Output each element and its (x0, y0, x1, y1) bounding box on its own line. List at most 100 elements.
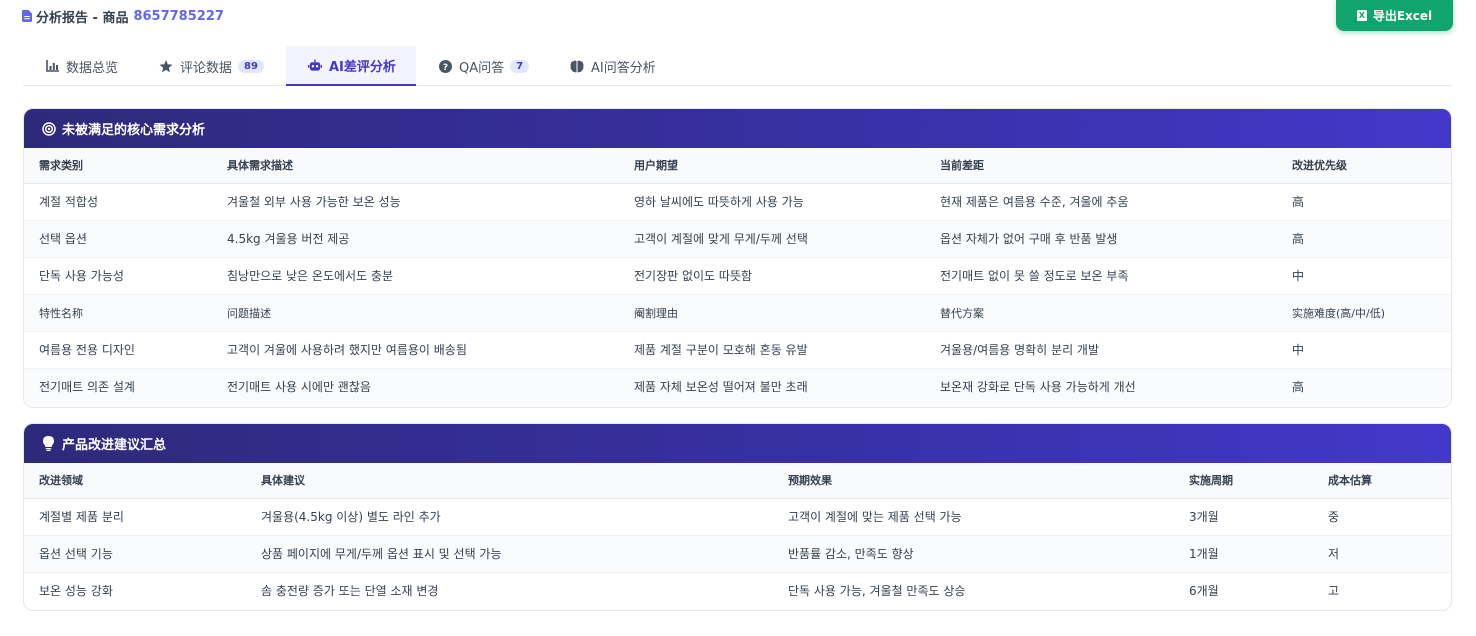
column-header: 具体需求描述 (212, 148, 619, 184)
table-cell: 솜 충전량 증가 또는 단열 소재 변경 (261, 584, 439, 599)
column-header: 具体建议 (246, 463, 773, 499)
unmet-needs-header: 未被满足的核心需求分析 (24, 109, 1451, 148)
report-title-text: 分析报告 - 商品 (36, 10, 129, 26)
unmet-needs-title: 未被满足的核心需求分析 (62, 123, 206, 138)
table-cell: 제품 자체 보온성 떨어져 불만 초래 (619, 368, 925, 405)
subheader-cell: 问题描述 (212, 294, 619, 332)
tab-label: 数据总览 (66, 60, 119, 76)
export-excel-button[interactable]: X 导出Excel (1336, 0, 1453, 31)
table-row: 계절별 제품 분리 겨울용(4.5kg 이상) 별도 라인 추가 고객이 계절에… (24, 498, 1451, 536)
lightbulb-icon (41, 436, 56, 451)
tab-ai-qa-analysis[interactable]: AI问答分析 (570, 46, 656, 86)
table-cell: 겨울용/여름용 명확히 분리 개발 (925, 331, 1277, 369)
table-cell: 겨울철 외부 사용 가능한 보온 성능 (212, 183, 619, 221)
column-header: 改进领域 (24, 463, 246, 499)
table-cell: 中 (1277, 331, 1451, 369)
table-row: 계절 적합성 겨울철 외부 사용 가능한 보온 성능 영하 날씨에도 따뜻하게 … (24, 183, 1451, 221)
question-circle-icon: ? (438, 59, 452, 73)
improvement-suggestions-table: 改进领域 具体建议 预期效果 实施周期 成本估算 계절별 제품 분리 겨울용(4… (24, 463, 1451, 609)
table-row: 여름용 전용 디자인 고객이 겨울에 사용하려 했지만 여름용이 배송됨 제품 … (24, 331, 1451, 369)
table-cell: 옵션 선택 기능 (24, 535, 246, 573)
document-icon (22, 10, 32, 22)
table-subheader-row: 特性名称 问题描述 阉割理由 替代方案 实施难度(高/中/低) (24, 294, 1451, 332)
table-cell: 고객이 겨울에 사용하려 했지만 여름용이 배송됨 (212, 331, 619, 369)
table-cell: 반품률 감소, 만족도 향상 (773, 535, 1174, 573)
table-cell: 침낭만으로 낮은 온도에서도 충분 (212, 257, 619, 295)
table-cell: 저 (1313, 535, 1451, 573)
table-cell: 3개월 (1174, 498, 1313, 536)
table-cell: 4.5kg 겨울용 버전 제공 (212, 220, 619, 258)
svg-text:?: ? (442, 63, 447, 73)
brain-icon (570, 59, 584, 73)
star-icon (159, 59, 173, 73)
tab-data-overview[interactable]: 数据总览 (45, 46, 118, 86)
report-title: 分析报告 - 商品 8657785227 (22, 7, 224, 26)
table-cell: 1개월 (1174, 535, 1313, 573)
table-cell: 겨울용(4.5kg 이상) 별도 라인 추가 (246, 498, 773, 536)
table-cell: 고객이 계절에 맞게 무게/두께 선택 (619, 220, 925, 258)
table-cell: 고객이 계절에 맞는 제품 선택 가능 (773, 498, 1174, 536)
improvement-suggestions-header: 产品改进建议汇总 (24, 424, 1451, 463)
table-cell: 상품 페이지에 무게/두께 옵션 표시 및 선택 가능 (246, 535, 773, 573)
qa-count-badge: 7 (510, 59, 530, 73)
tab-bar: 数据总览 评论数据 89 AI差评分析 ? QA问答 7 AI问答分析 (23, 46, 1452, 86)
review-count-badge: 89 (238, 59, 264, 73)
table-row: 단독 사용 가능성 침낭만으로 낮은 온도에서도 충분 전기장판 없이도 따뜻함… (24, 257, 1451, 295)
tab-label: AI差评分析 (329, 59, 396, 75)
subheader-cell: 特性名称 (24, 294, 212, 332)
table-cell: 전기매트 의존 설계 (24, 368, 212, 405)
bar-chart-icon (45, 59, 59, 73)
table-cell: 현재 제품은 여름용 수준, 겨울에 추움 (925, 183, 1277, 221)
robot-icon (308, 58, 322, 72)
table-cell: 高 (1277, 220, 1451, 258)
table-row: 보온 성능 강화 솜 충전량 증가 또는 단열 소재 변경 단독 사용 가능, … (24, 572, 1451, 609)
unmet-needs-card: 未被满足的核心需求分析 需求类别 具体需求描述 用户期望 当前差距 改进优先级 … (23, 108, 1452, 408)
target-icon (41, 121, 56, 136)
table-cell: 영하 날씨에도 따뜻하게 사용 가능 (619, 183, 925, 221)
table-cell: 중 (1313, 498, 1451, 536)
table-cell: 선택 옵션 (24, 220, 212, 258)
product-id[interactable]: 8657785227 (133, 9, 223, 24)
column-header: 实施周期 (1174, 463, 1313, 499)
table-cell: 전기매트 없이 못 쓸 정도로 보온 부족 (925, 257, 1277, 295)
table-cell: 단독 사용 가능, 겨울철 만족도 상승 (788, 584, 966, 599)
excel-icon: X (1356, 10, 1367, 21)
table-cell: 여름용 전용 디자인 (24, 331, 212, 369)
table-row: 전기매트 의존 설계 전기매트 사용 시에만 괜찮음 제품 자체 보온성 떨어져… (24, 368, 1451, 405)
improvement-suggestions-title: 产品改进建议汇总 (62, 438, 167, 453)
table-cell: 高 (1277, 368, 1451, 405)
tab-ai-negative-analysis[interactable]: AI差评分析 (286, 46, 416, 86)
column-header: 改进优先级 (1277, 148, 1451, 184)
table-cell: 제품 계절 구분이 모호해 혼동 유발 (619, 331, 925, 369)
table-cell: 계절별 제품 분리 (24, 498, 246, 536)
table-cell: 단독 사용 가능성 (24, 257, 212, 295)
tab-qa[interactable]: ? QA问答 7 (438, 46, 530, 86)
improvement-suggestions-card: 产品改进建议汇总 改进领域 具体建议 预期效果 实施周期 成本估算 계절별 제품… (23, 423, 1452, 611)
table-cell: 中 (1277, 257, 1451, 295)
table-cell: 고 (1328, 584, 1340, 599)
table-cell: 옵션 자체가 없어 구매 후 반품 발생 (925, 220, 1277, 258)
table-cell: 보온재 강화로 단독 사용 가능하게 개선 (925, 368, 1277, 405)
table-cell: 계절 적합성 (24, 183, 212, 221)
table-cell: 전기장판 없이도 따뜻함 (619, 257, 925, 295)
column-header: 成本估算 (1313, 463, 1451, 499)
unmet-needs-table: 需求类别 具体需求描述 用户期望 当前差距 改进优先级 계절 적합성 겨울철 외… (24, 148, 1451, 405)
table-cell: 6개월 (1189, 584, 1219, 599)
column-header: 需求类别 (24, 148, 212, 184)
tab-review-data[interactable]: 评论数据 89 (159, 46, 264, 86)
tab-label: 评论数据 (180, 60, 233, 76)
subheader-cell: 阉割理由 (619, 294, 925, 332)
table-cell: 전기매트 사용 시에만 괜찮음 (212, 368, 619, 405)
column-header: 预期效果 (773, 463, 1174, 499)
table-header-row: 改进领域 具体建议 预期效果 实施周期 成本估算 (24, 463, 1451, 499)
table-header-row: 需求类别 具体需求描述 用户期望 当前差距 改进优先级 (24, 148, 1451, 184)
table-cell: 高 (1277, 183, 1451, 221)
subheader-cell: 替代方案 (925, 294, 1277, 332)
subheader-cell: 实施难度(高/中/低) (1277, 294, 1451, 332)
tab-label: AI问答分析 (591, 60, 656, 76)
column-header: 用户期望 (619, 148, 925, 184)
tab-label: QA问答 (459, 60, 505, 76)
table-cell: 보온 성능 강화 (39, 584, 113, 599)
column-header: 当前差距 (925, 148, 1277, 184)
export-excel-label: 导出Excel (1372, 9, 1433, 23)
